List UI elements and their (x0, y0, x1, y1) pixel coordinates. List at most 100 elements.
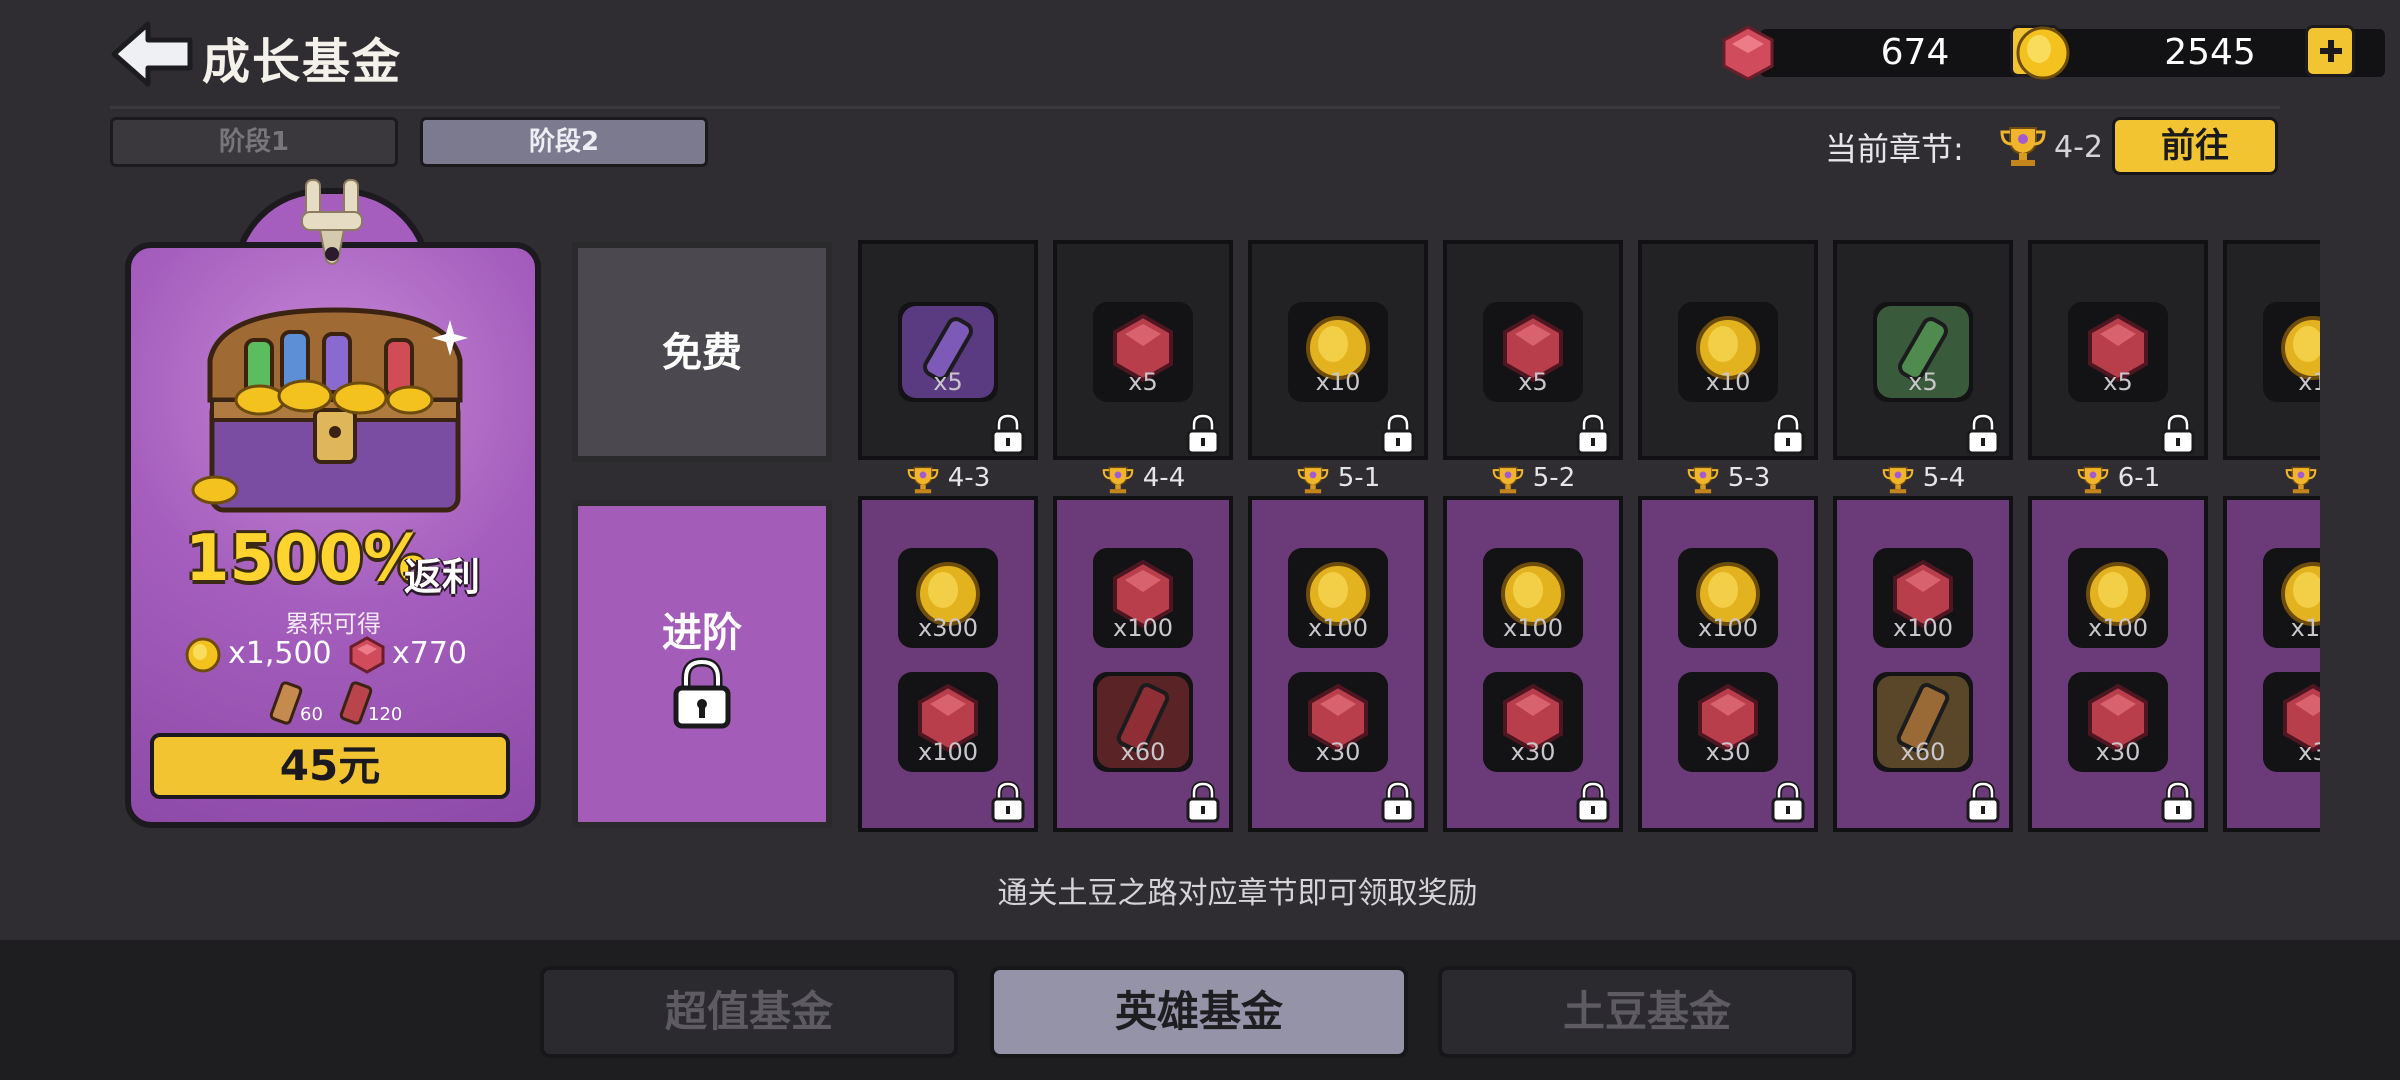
reward-slot[interactable]: x100 (1873, 548, 1973, 648)
chapter-number: 5-1 (1337, 463, 1381, 493)
promo-coin-total: x1,500 (228, 636, 332, 671)
lock-icon (1771, 412, 1805, 455)
advanced-reward-cell[interactable]: x300 x100 (858, 496, 1038, 832)
promo-accum-label: 累积可得 (285, 610, 381, 638)
tab-stage-2[interactable]: 阶段2 (420, 117, 708, 167)
reward-slot[interactable]: x100 (1483, 548, 1583, 648)
tab-value-fund[interactable]: 超值基金 (540, 966, 958, 1058)
coin-icon (2016, 26, 2070, 80)
reward-slot[interactable]: x5 (1483, 302, 1583, 402)
free-reward-cell[interactable]: x10 (1638, 240, 1818, 460)
reward-slot[interactable]: x60 (1873, 672, 1973, 772)
reward-count: x1 (2298, 368, 2320, 396)
reward-slot[interactable]: x5 (898, 302, 998, 402)
trophy-icon (2000, 127, 2046, 166)
chapter-label: 5-1 (1248, 460, 1428, 496)
reward-slot[interactable]: x10 (1678, 302, 1778, 402)
trophy-icon (1687, 466, 1719, 493)
lock-icon (2161, 412, 2195, 455)
promo-rebate-label: 返利 (404, 555, 481, 599)
tab-hero-fund[interactable]: 英雄基金 (990, 966, 1408, 1058)
reward-slot[interactable]: x100 (1093, 548, 1193, 648)
reward-count: x10 (1315, 368, 1361, 396)
reward-count: x30 (1705, 738, 1751, 766)
promo-percent: 1500% (185, 522, 428, 596)
reward-slot[interactable]: x10 (2263, 548, 2320, 648)
lock-icon (1186, 780, 1220, 823)
buy-price-button[interactable]: 45元 (150, 733, 510, 799)
reward-slot[interactable]: x30 (1288, 672, 1388, 772)
reward-count: x100 (1892, 614, 1953, 642)
chapter-number: 5-4 (1922, 463, 1966, 493)
reward-slot[interactable]: x30 (2068, 672, 2168, 772)
reward-slot[interactable]: x5 (1873, 302, 1973, 402)
goto-button[interactable]: 前往 (2112, 117, 2278, 175)
reward-column: x5 5-2 x100 x30 (1443, 238, 1623, 832)
gem-icon (349, 636, 385, 674)
reward-slot[interactable]: x100 (1678, 548, 1778, 648)
chapter-number: 4-3 (947, 463, 991, 493)
trophy-icon (1492, 466, 1524, 493)
tab-potato-fund[interactable]: 土豆基金 (1438, 966, 1856, 1058)
reward-column: x5 5-4 x100 x60 (1833, 238, 2013, 832)
gem-icon (1722, 25, 1774, 81)
free-reward-cell[interactable]: x5 (1833, 240, 2013, 460)
reward-slot[interactable]: x100 (1288, 548, 1388, 648)
reward-slot[interactable]: x5 (1093, 302, 1193, 402)
reward-slot[interactable]: x3 (2263, 672, 2320, 772)
reward-count: x30 (1510, 738, 1556, 766)
advanced-reward-cell[interactable]: x100 x30 (1248, 496, 1428, 832)
add-coins-button[interactable] (2305, 25, 2355, 77)
advanced-reward-cell[interactable]: x100 x60 (1053, 496, 1233, 832)
reward-slot[interactable]: x100 (898, 672, 998, 772)
advanced-reward-cell[interactable]: x100 x30 (2028, 496, 2208, 832)
reward-slot[interactable]: x5 (2068, 302, 2168, 402)
reward-slot[interactable]: x30 (1483, 672, 1583, 772)
reward-slot[interactable]: x60 (1093, 672, 1193, 772)
reward-slot[interactable]: x300 (898, 548, 998, 648)
current-chapter-label: 当前章节: (1825, 130, 1964, 168)
reward-column: x5 4-3 x300 x100 (858, 238, 1038, 832)
chapter-label: 5-4 (1833, 460, 2013, 496)
trophy-icon (2285, 466, 2317, 493)
reward-slot[interactable]: x10 (1288, 302, 1388, 402)
reward-slot[interactable]: x1 (2263, 302, 2320, 402)
reward-slot[interactable]: x100 (2068, 548, 2168, 648)
free-reward-cell[interactable]: x5 (858, 240, 1038, 460)
reward-count: x100 (1112, 614, 1173, 642)
advanced-reward-cell[interactable]: x100 x60 (1833, 496, 2013, 832)
lock-icon (1186, 412, 1220, 455)
hint-text: 通关土豆之路对应章节即可领取奖励 (997, 876, 1478, 911)
chapter-label: 4-3 (858, 460, 1038, 496)
reward-slot[interactable]: x30 (1678, 672, 1778, 772)
reward-count: x100 (1502, 614, 1563, 642)
chapter-label: 5-2 (1443, 460, 1623, 496)
current-chapter-value: 4-2 (2054, 130, 2103, 165)
reward-count: x5 (1518, 368, 1548, 396)
chapter-number: 5-2 (1532, 463, 1576, 493)
reward-column: x10 5-1 x100 x30 (1248, 238, 1428, 832)
back-arrow-button[interactable] (110, 18, 194, 88)
promo-gem-total: x770 (392, 636, 468, 671)
page-title: 成长基金 (202, 34, 403, 90)
reward-columns[interactable]: x5 4-3 x300 x100 x5 4-4 x100 x60 x10 5-1 x100 x30 x5… (858, 238, 2320, 832)
advanced-reward-cell[interactable]: x10 x3 (2223, 496, 2320, 832)
advanced-reward-cell[interactable]: x100 x30 (1638, 496, 1818, 832)
free-reward-cell[interactable]: x5 (2028, 240, 2208, 460)
free-reward-cell[interactable]: x1 (2223, 240, 2320, 460)
reward-count: x30 (1315, 738, 1361, 766)
lock-icon (1576, 412, 1610, 455)
trophy-icon (1102, 466, 1134, 493)
header-divider (110, 106, 2280, 109)
trophy-icon (1297, 466, 1329, 493)
reward-count: x30 (2095, 738, 2141, 766)
free-reward-cell[interactable]: x5 (1443, 240, 1623, 460)
reward-count: x100 (1307, 614, 1368, 642)
lock-icon (1576, 780, 1610, 823)
tab-stage-1[interactable]: 阶段1 (110, 117, 398, 167)
chapter-label: 4-4 (1053, 460, 1233, 496)
advanced-reward-cell[interactable]: x100 x30 (1443, 496, 1623, 832)
free-reward-cell[interactable]: x5 (1053, 240, 1233, 460)
free-reward-cell[interactable]: x10 (1248, 240, 1428, 460)
back-arrow-icon (111, 21, 193, 87)
